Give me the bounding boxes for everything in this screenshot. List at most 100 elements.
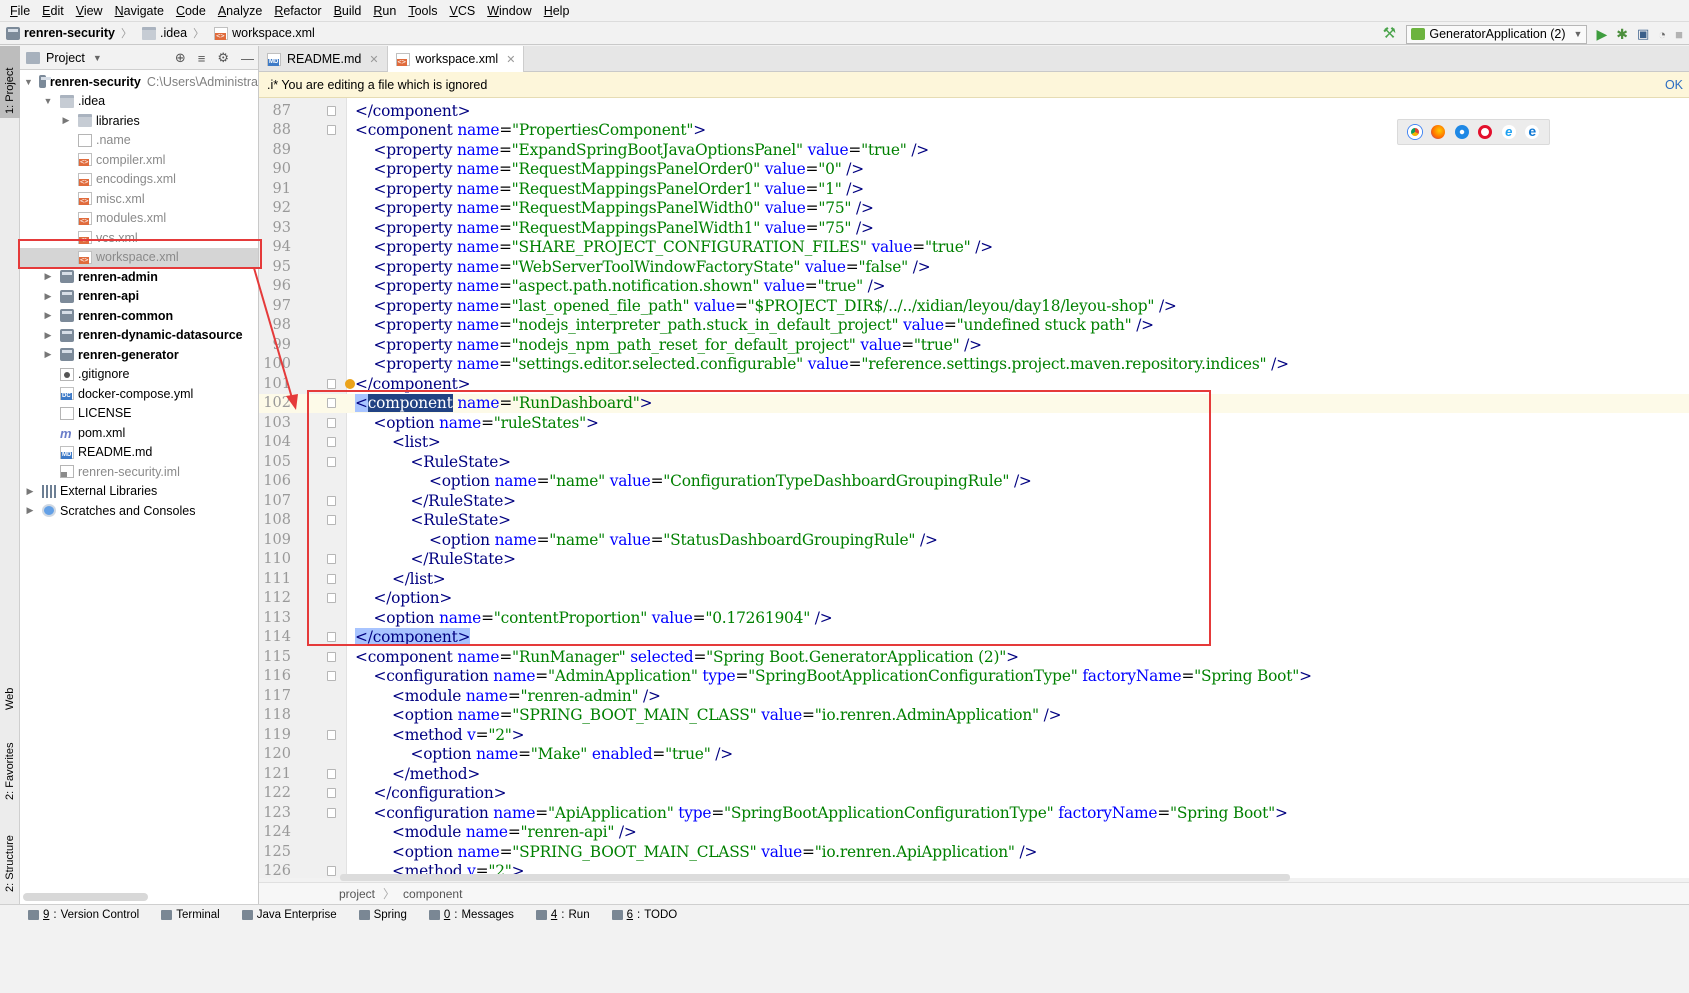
editor-tab-readme-md[interactable]: README.md ✕ [259, 46, 388, 72]
collapse-arrow-icon[interactable]: ▶ [42, 271, 54, 282]
code-line[interactable]: 97 <property name="last_opened_file_path"… [259, 296, 1689, 316]
fold-marker-icon[interactable] [327, 671, 336, 682]
code-line[interactable]: 120 <option name="Make" enabled="true" /> [259, 745, 1689, 765]
code-line[interactable]: 99 <property name="nodejs_npm_path_reset_… [259, 335, 1689, 355]
menu-help[interactable]: Help [538, 4, 576, 18]
code-line[interactable]: 95 <property name="WebServerToolWindowFac… [259, 257, 1689, 277]
tool-window-terminal[interactable]: Terminal [161, 909, 220, 921]
expand-arrow-icon[interactable]: ▼ [24, 77, 33, 87]
hide-icon[interactable]: — [241, 51, 254, 66]
code-line[interactable]: 125 <option name="SPRING_BOOT_MAIN_CLASS"… [259, 842, 1689, 862]
tree-item-readme-md[interactable]: README.md [20, 443, 258, 463]
menu-navigate[interactable]: Navigate [109, 4, 170, 18]
code-line[interactable]: 100 <property name="settings.editor.selec… [259, 355, 1689, 375]
stop-icon[interactable]: ■ [1675, 27, 1683, 42]
menu-view[interactable]: View [70, 4, 109, 18]
code-line[interactable]: 123 <configuration name="ApiApplication" … [259, 803, 1689, 823]
menu-run[interactable]: Run [367, 4, 402, 18]
tree-item-misc-xml[interactable]: misc.xml [20, 189, 258, 209]
tree-item-license[interactable]: LICENSE [20, 404, 258, 424]
tree-item-scratches-and-consoles[interactable]: ▶ Scratches and Consoles [20, 501, 258, 521]
expand-arrow-icon[interactable]: ▼ [42, 96, 54, 106]
tree-item-idea[interactable]: ▼ .idea [20, 92, 258, 112]
tree-item-renren-api[interactable]: ▶ renren-api [20, 287, 258, 307]
editor-breadcrumb-component[interactable]: component [403, 887, 462, 901]
fold-marker-icon[interactable] [327, 768, 336, 779]
tree-item-docker-compose-yml[interactable]: docker-compose.yml [20, 384, 258, 404]
collapse-arrow-icon[interactable]: ▶ [42, 291, 54, 302]
code-line[interactable]: 124 <module name="renren-api" /> [259, 823, 1689, 843]
menu-edit[interactable]: Edit [36, 4, 70, 18]
fold-marker-icon[interactable] [327, 125, 336, 136]
fold-marker-icon[interactable] [327, 788, 336, 799]
chrome-icon[interactable] [1407, 125, 1422, 139]
tree-item-encodings-xml[interactable]: encodings.xml [20, 170, 258, 190]
tree-item-modules-xml[interactable]: modules.xml [20, 209, 258, 229]
code-line[interactable]: 91 <property name="RequestMappingsPanelOr… [259, 179, 1689, 199]
collapse-arrow-icon[interactable]: ▶ [24, 505, 36, 516]
code-line[interactable]: 122 </configuration> [259, 784, 1689, 804]
code-line[interactable]: 121 </method> [259, 764, 1689, 784]
run-with-coverage-icon[interactable]: ▣ [1637, 26, 1649, 42]
intention-bulb-icon[interactable] [345, 379, 355, 389]
collapse-arrow-icon[interactable]: ▶ [24, 486, 36, 497]
tree-item-renren-security[interactable]: ▼ renren-security C:\Users\Administra [20, 72, 258, 92]
run-icon[interactable]: ▶ [1596, 26, 1607, 43]
tree-item-external-libraries[interactable]: ▶ External Libraries [20, 482, 258, 502]
menu-build[interactable]: Build [328, 4, 368, 18]
tool-window-todo[interactable]: 6: TODO [611, 909, 677, 921]
collapse-arrow-icon[interactable]: ▶ [42, 349, 54, 360]
code-line[interactable]: 93 <property name="RequestMappingsPanelWi… [259, 218, 1689, 238]
breadcrumb-file[interactable]: workspace.xml [214, 26, 315, 40]
close-icon[interactable]: ✕ [369, 53, 378, 66]
edge-icon[interactable]: e [1525, 124, 1540, 139]
favorites-tool-tab[interactable]: 2: Favorites [0, 726, 20, 804]
tool-window-java-enterprise[interactable]: Java Enterprise [241, 909, 337, 921]
menu-file[interactable]: File [4, 4, 36, 18]
banner-ok-link[interactable]: OK [1665, 78, 1683, 92]
internet-explorer-icon[interactable]: e [1501, 125, 1516, 139]
fold-marker-icon[interactable] [327, 729, 336, 740]
tree-item-renren-security-iml[interactable]: renren-security.iml [20, 462, 258, 482]
code-line[interactable]: 92 <property name="RequestMappingsPanelWi… [259, 199, 1689, 219]
code-line[interactable]: 119 <method v="2"> [259, 725, 1689, 745]
code-line[interactable]: 117 <module name="renren-admin" /> [259, 686, 1689, 706]
run-configuration-select[interactable]: GeneratorApplication (2) ▼ [1406, 24, 1588, 44]
build-hammer-icon[interactable]: ⚒ [1381, 26, 1397, 42]
project-view-select[interactable]: Project [46, 51, 85, 65]
menu-refactor[interactable]: Refactor [268, 4, 327, 18]
safari-icon[interactable] [1454, 125, 1469, 139]
tool-window-spring[interactable]: Spring [358, 909, 407, 921]
breadcrumb-idea[interactable]: .idea 〉 [142, 25, 210, 41]
menu-analyze[interactable]: Analyze [212, 4, 268, 18]
editor-tab-workspace-xml[interactable]: workspace.xml ✕ [387, 46, 525, 72]
menu-tools[interactable]: Tools [402, 4, 443, 18]
project-tool-tab[interactable]: 1: Project [0, 46, 20, 118]
menu-window[interactable]: Window [481, 4, 537, 18]
tree-item-compiler-xml[interactable]: compiler.xml [20, 150, 258, 170]
structure-tool-tab[interactable]: 2: Structure [0, 816, 20, 896]
close-icon[interactable]: ✕ [506, 53, 515, 66]
collapse-arrow-icon[interactable]: ▶ [42, 330, 54, 341]
tree-item-gitignore[interactable]: .gitignore [20, 365, 258, 385]
menu-vcs[interactable]: VCS [444, 4, 482, 18]
menu-code[interactable]: Code [170, 4, 212, 18]
gear-icon[interactable]: ⚙ [217, 50, 229, 66]
project-horizontal-scrollbar[interactable] [23, 893, 148, 901]
editor-breadcrumb-project[interactable]: project [339, 887, 375, 901]
code-line[interactable]: 87 </component> [259, 101, 1689, 121]
fold-marker-icon[interactable] [327, 807, 336, 818]
debug-icon[interactable]: ✱ [1616, 26, 1628, 43]
chevron-down-icon[interactable]: ▼ [93, 53, 102, 63]
tool-window-messages[interactable]: 0: Messages [428, 909, 514, 921]
tree-item-renren-dynamic-datasource[interactable]: ▶ renren-dynamic-datasource [20, 326, 258, 346]
code-line[interactable]: 94 <property name="SHARE_PROJECT_CONFIGUR… [259, 238, 1689, 258]
code-line[interactable]: 96 <property name="aspect.path.notificati… [259, 277, 1689, 297]
tree-item-renren-common[interactable]: ▶ renren-common [20, 306, 258, 326]
code-line[interactable]: 115 <component name="RunManager" selected… [259, 647, 1689, 667]
fold-marker-icon[interactable] [327, 105, 336, 116]
code-line[interactable]: 118 <option name="SPRING_BOOT_MAIN_CLASS"… [259, 706, 1689, 726]
tree-item-pom-xml[interactable]: m pom.xml [20, 423, 258, 443]
code-line[interactable]: 116 <configuration name="AdminApplication… [259, 667, 1689, 687]
code-line[interactable]: 90 <property name="RequestMappingsPanelOr… [259, 160, 1689, 180]
